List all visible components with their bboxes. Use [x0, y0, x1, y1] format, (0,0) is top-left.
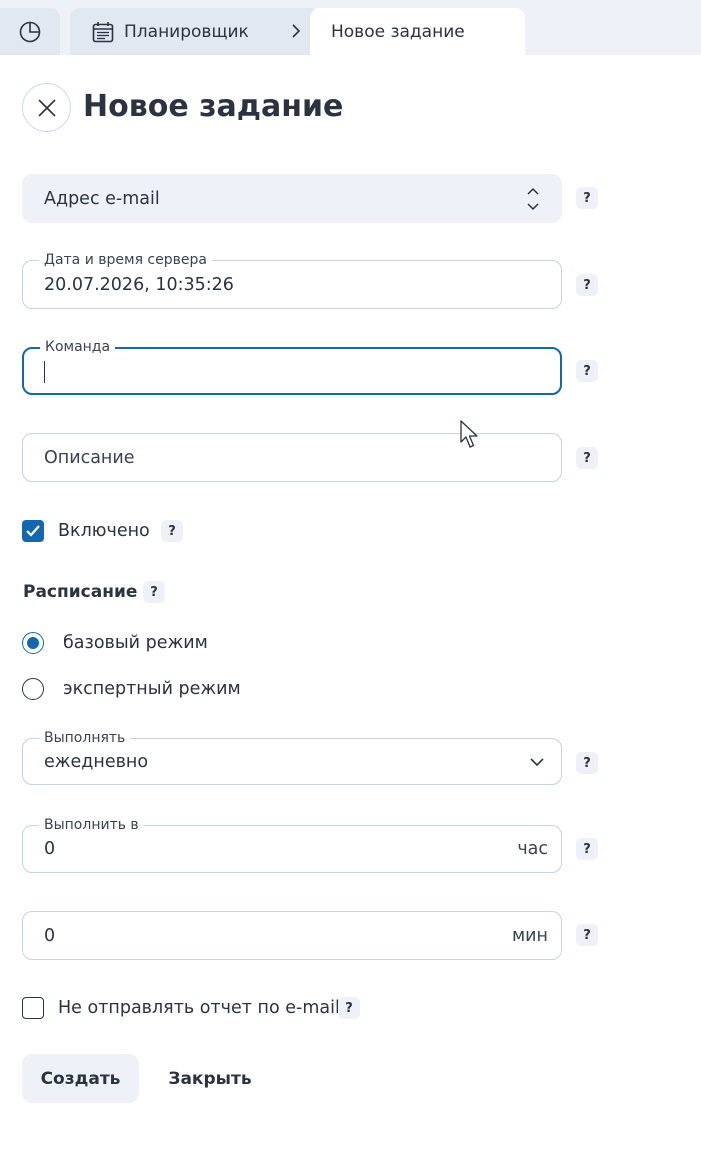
help-icon-task-type[interactable]: ?	[576, 187, 598, 209]
chevron-down-icon	[530, 758, 544, 767]
radio-expert-mode[interactable]	[22, 678, 44, 700]
help-icon-run-frequency[interactable]: ?	[576, 752, 598, 774]
description-placeholder: Описание	[44, 447, 135, 468]
run-frequency-select[interactable]: Выполнять ежедневно	[22, 729, 562, 785]
checkmark-icon	[26, 525, 40, 537]
calendar-icon	[92, 21, 114, 42]
no-email-report-label: Не отправлять отчет по e-mail	[58, 998, 340, 1018]
page-title: Новое задание	[83, 89, 344, 124]
close-form-button[interactable]	[22, 83, 71, 132]
tab-scheduler[interactable]: Планировщик	[70, 8, 320, 55]
run-minutes-value: 0	[44, 925, 56, 946]
help-icon-command[interactable]: ?	[576, 360, 598, 382]
pie-chart-icon	[19, 21, 41, 42]
tab-new-task[interactable]: Новое задание	[310, 8, 525, 55]
close-button[interactable]: Закрыть	[155, 1054, 265, 1103]
enabled-checkbox[interactable]	[22, 520, 44, 542]
server-time-value: 20.07.2026, 10:35:26	[44, 274, 234, 295]
close-icon	[37, 98, 56, 117]
run-hour-value: 0	[44, 839, 56, 859]
run-hour-input[interactable]: Выполнить в 0 час	[22, 816, 562, 873]
help-icon-run-minutes[interactable]: ?	[576, 924, 598, 946]
command-label: Команда	[40, 338, 116, 356]
run-minutes-input[interactable]: 0 мин	[22, 911, 562, 960]
run-hour-unit: час	[517, 839, 548, 859]
no-email-report-checkbox[interactable]	[22, 997, 44, 1019]
help-icon-run-hour[interactable]: ?	[576, 838, 598, 860]
description-input[interactable]: Описание	[22, 433, 562, 482]
help-icon-server-time[interactable]: ?	[576, 274, 598, 296]
run-minutes-unit: мин	[511, 925, 548, 946]
radio-expert-mode-label: экспертный режим	[63, 679, 241, 699]
schedule-title: Расписание	[23, 582, 138, 602]
task-type-select[interactable]: Адрес e-mail	[22, 174, 562, 223]
run-frequency-value: ежедневно	[44, 751, 149, 772]
task-type-value: Адрес e-mail	[44, 188, 160, 209]
enabled-label: Включено	[58, 521, 150, 541]
create-button[interactable]: Создать	[22, 1054, 139, 1103]
help-icon-no-email-report[interactable]: ?	[338, 997, 360, 1019]
text-caret	[44, 361, 45, 383]
radio-basic-mode[interactable]	[22, 632, 44, 654]
tab-new-task-label: Новое задание	[331, 21, 465, 42]
mouse-cursor-icon	[460, 420, 478, 448]
server-time-field[interactable]: Дата и время сервера 20.07.2026, 10:35:2…	[22, 251, 562, 309]
tab-dashboard[interactable]	[0, 8, 60, 55]
help-icon-schedule[interactable]: ?	[143, 581, 165, 603]
up-down-chevron-icon	[527, 187, 539, 211]
radio-dot	[27, 637, 39, 649]
help-icon-enabled[interactable]: ?	[161, 520, 183, 542]
chevron-right-icon	[292, 24, 301, 38]
radio-basic-mode-label: базовый режим	[63, 633, 208, 653]
command-input[interactable]: Команда	[22, 338, 562, 395]
tab-scheduler-label: Планировщик	[124, 21, 249, 42]
help-icon-description[interactable]: ?	[576, 447, 598, 469]
tab-bar: Планировщик Новое задание	[0, 0, 701, 55]
